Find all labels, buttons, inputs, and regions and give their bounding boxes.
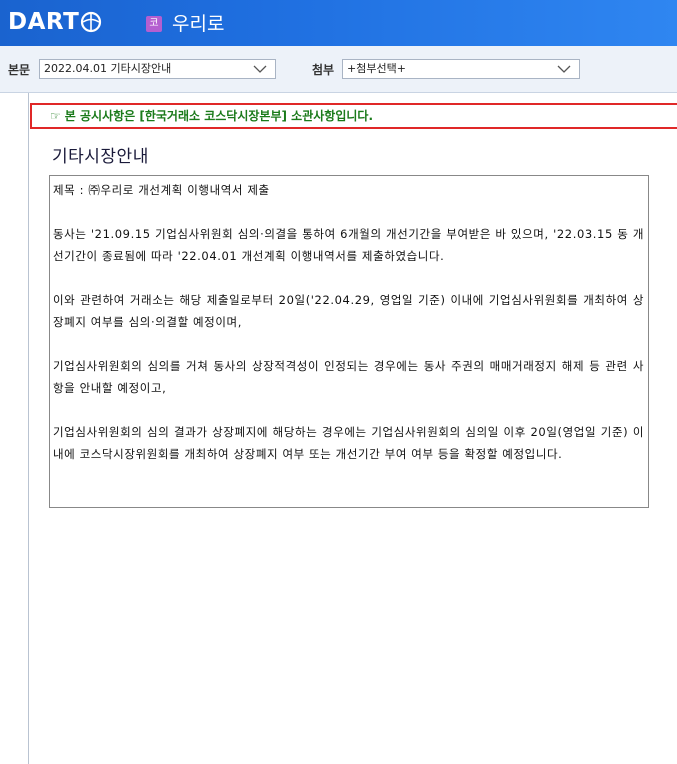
dart-logo[interactable]: DART [8, 9, 102, 35]
document-body-box: 제목 : ㈜우리로 개선계획 이행내역서 제출 동사는 '21.09.15 기업… [49, 175, 649, 508]
document-subject: 제목 : ㈜우리로 개선계획 이행내역서 제출 [53, 183, 270, 197]
attach-select-value: +첨부선택+ [347, 62, 406, 75]
chevron-down-icon [253, 65, 267, 73]
document-paragraph: 기업심사위원회의 심의 결과가 상장폐지에 해당하는 경우에는 기업심사위원회의… [53, 425, 644, 461]
attachment-select[interactable]: +첨부선택+ [342, 59, 580, 79]
body-label: 본문 [8, 63, 31, 77]
company-market-badge: 코 [146, 16, 162, 32]
top-header-bar: DART 코 우리로 [0, 0, 677, 46]
attach-label: 첨부 [312, 63, 335, 77]
document-paragraph: 이와 관련하여 거래소는 해당 제출일로부터 20일('22.04.29, 영업… [53, 293, 644, 329]
notice-text: 본 공시사항은 [한국거래소 코스닥시장본부] 소관사항입니다. [64, 109, 374, 123]
pointing-hand-icon: ☞ [50, 109, 61, 123]
body-document-select[interactable]: 2022.04.01 기타시장안내 [39, 59, 276, 79]
document-filter-bar: 본문 2022.04.01 기타시장안내 첨부 +첨부선택+ [0, 46, 677, 93]
document-paragraph: 기업심사위원회의 심의를 거쳐 동사의 상장적격성이 인정되는 경우에는 동사 … [53, 359, 644, 395]
globe-icon [81, 11, 102, 33]
left-gutter [0, 93, 28, 764]
document-title: 기타시장안내 [52, 147, 149, 167]
jurisdiction-notice: ☞ 본 공시사항은 [한국거래소 코스닥시장본부] 소관사항입니다. [30, 103, 677, 129]
company-name: 우리로 [172, 13, 225, 35]
dart-logo-text: DART [8, 9, 80, 35]
document-paragraph: 동사는 '21.09.15 기업심사위원회 심의·의결을 통하여 6개월의 개선… [53, 227, 644, 263]
body-select-value: 2022.04.01 기타시장안내 [44, 62, 172, 75]
chevron-down-icon [557, 65, 571, 73]
